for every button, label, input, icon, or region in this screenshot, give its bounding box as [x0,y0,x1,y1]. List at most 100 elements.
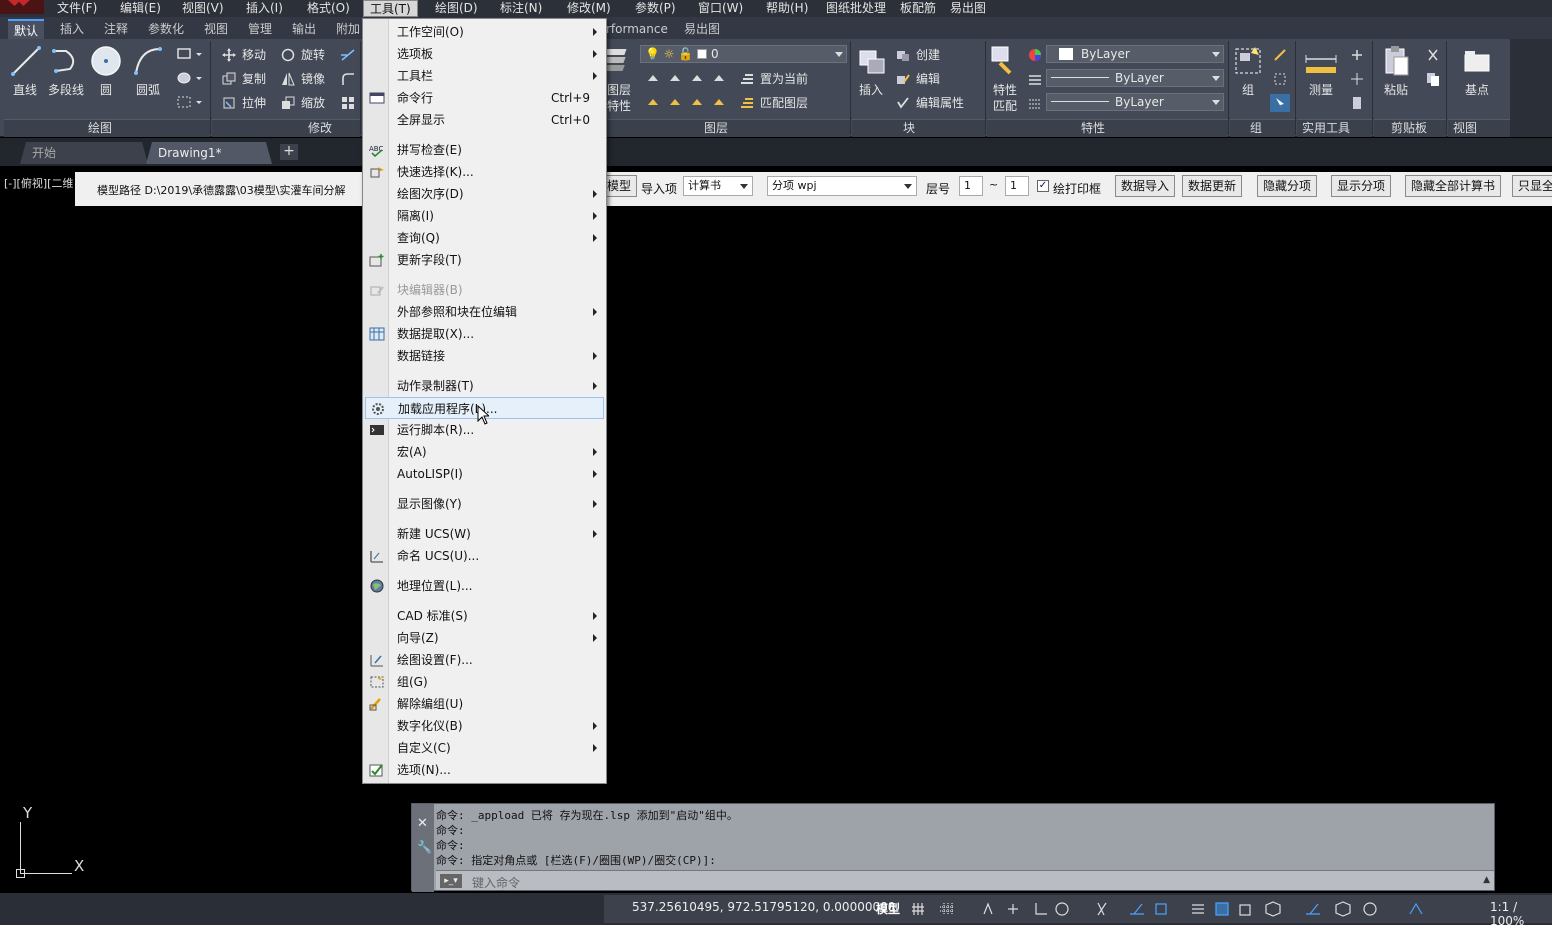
set-current-icon[interactable] [740,72,754,86]
circle-tool-icon[interactable] [90,45,122,77]
group-label[interactable]: 组 [1242,83,1254,97]
coordinates-readout[interactable]: 537.25610495, 972.51795120, 0.00000000 [632,900,895,914]
menu-item[interactable]: 隔离(I) [365,205,604,227]
move-icon[interactable] [222,48,236,62]
utilities-panel-title[interactable]: 实用工具 [1302,120,1350,136]
line-tool-icon[interactable] [10,45,42,77]
close-icon[interactable]: ✕ [417,816,428,831]
linetype-combo[interactable]: ByLayer [1046,69,1224,87]
show-sub-item-button[interactable]: 显示分项 [1331,175,1392,197]
circle-tool-label[interactable]: 圆 [100,83,112,97]
insert-block-icon[interactable] [856,45,888,79]
layer-from-input[interactable]: 1 [959,176,983,196]
menu-batch-drawing[interactable]: 图纸批处理 [820,0,892,17]
layer-properties-label-1[interactable]: 图层 [607,83,631,97]
menu-item[interactable]: AutoLISP(I) [365,463,604,485]
edit-attribute-icon[interactable] [896,96,910,110]
copy-label[interactable]: 复制 [242,72,266,86]
layers-panel-title[interactable]: 图层 [704,120,728,136]
menu-item[interactable]: CAD 标准(S) [365,605,604,627]
viewport-controls-label[interactable]: [-][俯视][二维 [4,175,73,191]
paste-icon[interactable] [1382,45,1412,79]
menu-tools[interactable]: 工具(T) [363,0,418,17]
rectangle-tool-icon[interactable] [176,47,204,61]
layer-properties-label-2[interactable]: 特性 [607,99,631,113]
menu-item[interactable]: 选项(N)... [365,759,604,781]
layer-tools-row-2-icon[interactable] [646,95,736,109]
tab-parametric[interactable]: 参数化 [142,19,190,39]
annotation-scale[interactable]: 1:1 / 100% [1490,900,1552,925]
menu-item[interactable]: 全屏显示 Ctrl+0 [365,109,604,131]
insert-block-label[interactable]: 插入 [859,83,883,97]
arc-tool-label[interactable]: 圆弧 [136,83,160,97]
menu-item[interactable]: 工具栏 [365,65,604,87]
scale-icon[interactable] [281,96,295,110]
layer-tools-row-1-icon[interactable] [646,71,736,85]
print-frame-label[interactable]: 绘打印框 [1053,180,1101,197]
drawing-canvas[interactable] [0,207,1552,893]
edit-block-icon[interactable] [896,72,910,86]
layer-combo[interactable]: 💡 ☼ 🔓 0 [640,45,847,63]
tab-manage[interactable]: 管理 [242,19,278,39]
polyline-tool-icon[interactable] [50,45,82,77]
create-block-icon[interactable] [896,48,910,62]
command-input[interactable]: ▸_▾ 键入命令 ▲ [436,870,1494,890]
menu-insert[interactable]: 插入(I) [240,0,289,17]
hatch-tool-icon[interactable] [176,71,204,85]
tab-performance[interactable]: rformance [600,19,674,39]
properties-panel-title[interactable]: 特性 [1081,120,1105,136]
tab-view[interactable]: 视图 [198,19,234,39]
wrench-icon[interactable]: 🔧 [417,840,432,854]
set-current-label[interactable]: 置为当前 [760,72,808,86]
layer-properties-icon[interactable] [606,45,634,79]
clipboard-panel-title[interactable]: 剪贴板 [1391,120,1427,136]
group-select-icon[interactable] [1270,94,1290,112]
rotate-icon[interactable] [281,48,295,62]
menu-item[interactable]: 新建 UCS(W) [365,523,604,545]
group-edit-icon[interactable] [1273,72,1287,86]
menu-easy-drawing[interactable]: 易出图 [944,0,992,17]
calculator-icon[interactable] [1350,96,1364,110]
mirror-icon[interactable] [281,72,295,86]
new-tab-button[interactable]: + [280,144,298,160]
mirror-label[interactable]: 镜像 [301,72,325,86]
copy-clip-icon[interactable] [1426,72,1440,86]
model-space-button[interactable]: 模型 [876,900,900,917]
command-history-toggle-icon[interactable]: ▲ [1483,875,1490,885]
menu-window[interactable]: 窗口(W) [692,0,749,17]
move-label[interactable]: 移动 [242,48,266,62]
layer-to-input[interactable]: 1 [1005,176,1029,196]
menu-item[interactable]: 地理位置(L)... [365,575,604,597]
menu-item[interactable]: 向导(Z) [365,627,604,649]
menu-item[interactable]: 快速选择(K)... [365,161,604,183]
point-coords-icon[interactable] [1350,72,1364,86]
menu-item[interactable]: 宏(A) [365,441,604,463]
app-logo-icon[interactable] [0,0,44,14]
edit-attribute-label[interactable]: 编辑属性 [916,96,964,110]
line-tool-label[interactable]: 直线 [13,83,37,97]
menu-view[interactable]: 视图(V) [176,0,230,17]
tab-annotate[interactable]: 注释 [98,19,134,39]
menu-item[interactable]: 数字化仪(B) [365,715,604,737]
block-panel-title[interactable]: 块 [903,120,915,136]
menu-item[interactable]: 动作录制器(T) [365,375,604,397]
menu-item[interactable]: 解除编组(U) [365,693,604,715]
command-prompt-icon[interactable]: ▸_▾ [440,874,462,888]
menu-file[interactable]: 文件(F) [51,0,103,17]
tab-easy-drawing[interactable]: 易出图 [678,19,726,39]
arc-tool-icon[interactable] [132,45,164,77]
menu-item[interactable]: 命令行 Ctrl+9 [365,87,604,109]
match-properties-label-1[interactable]: 特性 [993,83,1017,97]
base-view-label[interactable]: 基点 [1465,83,1489,97]
rotate-label[interactable]: 旋转 [301,48,325,62]
import-item-select[interactable]: 计算书 [683,176,753,196]
sub-item-select[interactable]: 分项 wpj [767,176,917,196]
hide-all-calc-button[interactable]: 隐藏全部计算书 [1405,175,1502,197]
match-properties-icon[interactable] [990,45,1020,79]
create-block-label[interactable]: 创建 [916,48,940,62]
menu-item[interactable]: 工作空间(O) [365,21,604,43]
measure-label[interactable]: 测量 [1309,83,1333,97]
menu-help[interactable]: 帮助(H) [760,0,814,17]
menu-item[interactable]: 绘图次序(D) [365,183,604,205]
modify-panel-title[interactable]: 修改 [308,120,332,136]
